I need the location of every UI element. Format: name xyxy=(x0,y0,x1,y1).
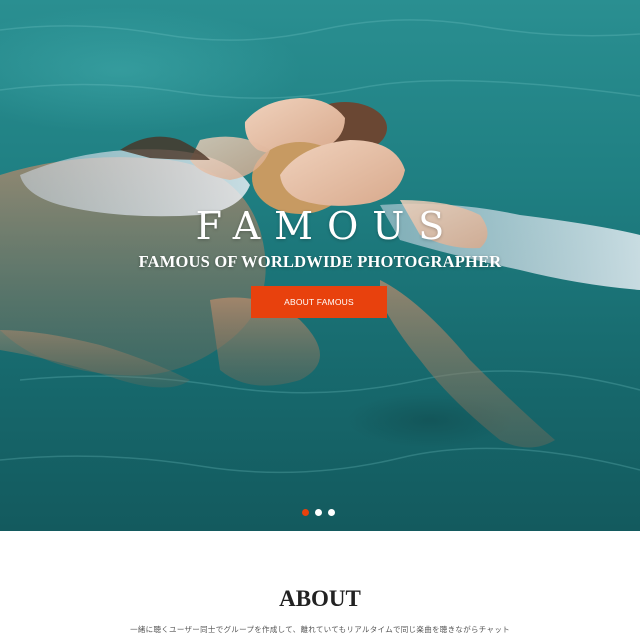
carousel-pagination xyxy=(302,509,335,516)
about-heading: ABOUT xyxy=(279,586,361,611)
carousel-dot-2[interactable] xyxy=(315,509,322,516)
hero-title: FAMOUS xyxy=(195,204,459,248)
hero-subtitle: FAMOUS OF WORLDWIDE PHOTOGRAPHER xyxy=(138,252,502,271)
about-description: 一緒に聴くユーザー同士でグループを作成して、離れていてもリアルタイムで同じ楽曲を… xyxy=(130,625,510,634)
about-famous-button[interactable]: ABOUT FAMOUS xyxy=(251,286,387,318)
carousel-dot-3[interactable] xyxy=(328,509,335,516)
hero-banner: FAMOUS FAMOUS OF WORLDWIDE PHOTOGRAPHER … xyxy=(0,0,640,531)
carousel-dot-1[interactable] xyxy=(302,509,309,516)
